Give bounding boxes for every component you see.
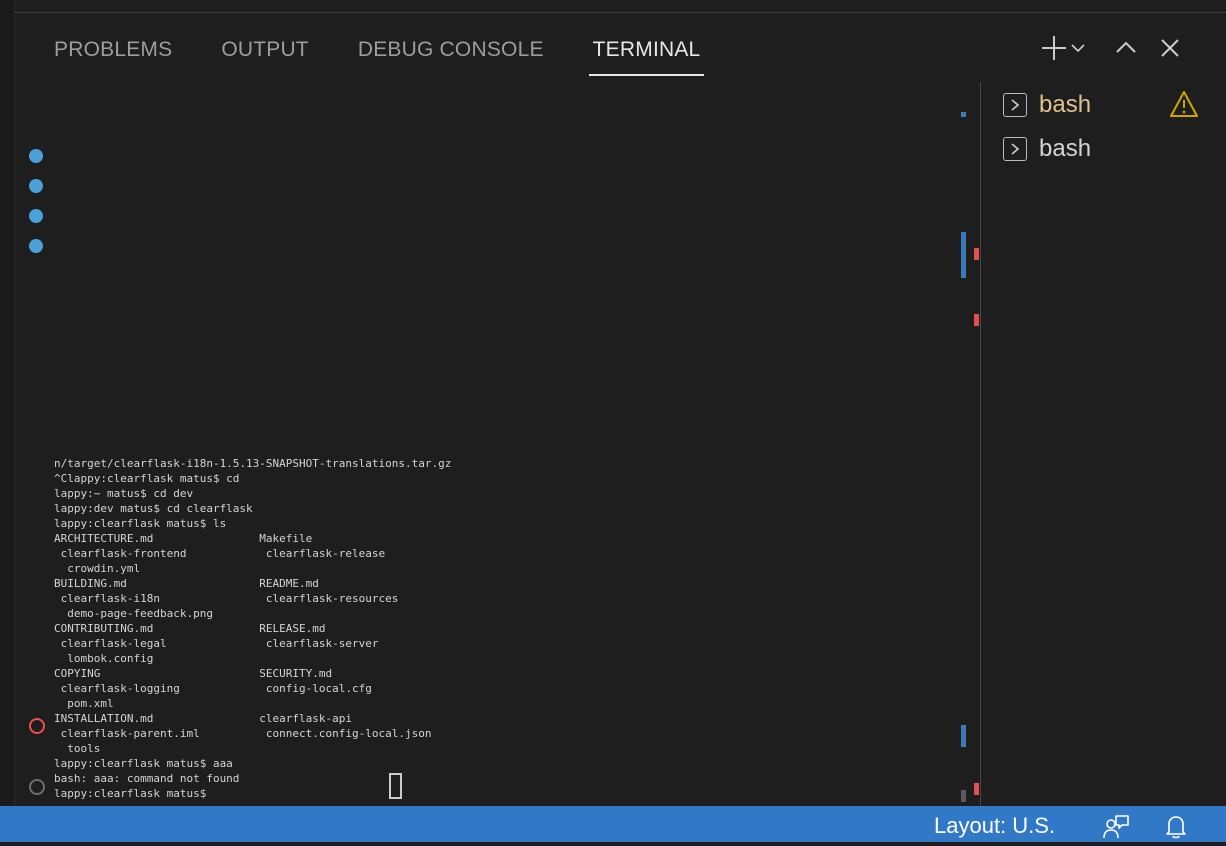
terminal-profiles-button[interactable] xyxy=(1068,34,1088,62)
chevron-down-icon xyxy=(1071,44,1085,53)
close-panel-button[interactable] xyxy=(1156,34,1184,62)
overview-ruler-error-mark xyxy=(974,783,979,795)
terminal-line: clearflask-legal clearflask-server xyxy=(54,637,379,650)
status-bar: Layout: U.S. xyxy=(0,806,1226,842)
panel-tabs: PROBLEMS OUTPUT DEBUG CONSOLE TERMINAL xyxy=(54,36,749,76)
terminal-output: n/target/clearflask-i18n-1.5.13-SNAPSHOT… xyxy=(54,456,934,801)
terminal-line: bash: aaa: command not found xyxy=(54,772,240,785)
editor-left-gutter xyxy=(0,0,15,806)
terminal-line: crowdin.yml xyxy=(54,562,141,575)
overview-ruler-error-mark xyxy=(974,314,979,326)
tab-output[interactable]: OUTPUT xyxy=(221,36,309,76)
command-pending-decoration[interactable] xyxy=(29,779,45,795)
overview-ruler-mark xyxy=(961,112,966,117)
overview-ruler-error-mark xyxy=(974,248,979,260)
terminal-cursor xyxy=(389,773,402,799)
tab-terminal[interactable]: TERMINAL xyxy=(588,36,705,76)
bell-icon[interactable] xyxy=(1162,812,1190,840)
panel-actions xyxy=(1040,34,1184,62)
terminal-line: lappy:clearflask matus$ xyxy=(54,787,207,800)
warning-icon xyxy=(1170,91,1198,117)
panel-top-border xyxy=(14,12,1226,13)
terminal-line: pom.xml xyxy=(54,697,114,710)
tab-problems[interactable]: PROBLEMS xyxy=(54,36,172,76)
overview-ruler-mark xyxy=(961,790,966,802)
command-decoration[interactable] xyxy=(29,239,43,253)
terminal-line: clearflask-parent.iml connect.config-loc… xyxy=(54,727,432,740)
terminal-tabs-list: bash bash xyxy=(981,82,1226,806)
terminal-tab-item[interactable]: bash xyxy=(1003,134,1091,164)
terminal-line: clearflask-logging config-local.cfg xyxy=(54,682,372,695)
terminal-line: tools xyxy=(54,742,101,755)
terminal-tab-item[interactable]: bash xyxy=(1003,90,1091,120)
terminal-tab-label: bash xyxy=(1039,135,1092,162)
terminal-line: ARCHITECTURE.md Makefile xyxy=(54,532,313,545)
terminal-line: n/target/clearflask-i18n-1.5.13-SNAPSHOT… xyxy=(54,457,452,470)
terminal-line: clearflask-frontend clearflask-release xyxy=(54,547,386,560)
terminal-tab-label: bash xyxy=(1039,91,1092,118)
feedback-icon[interactable] xyxy=(1102,812,1130,840)
tab-debug-console[interactable]: DEBUG CONSOLE xyxy=(358,36,544,76)
keyboard-layout-indicator[interactable]: Layout: U.S. xyxy=(934,806,1055,842)
overview-ruler-mark xyxy=(961,232,966,278)
new-terminal-button[interactable] xyxy=(1040,34,1068,62)
plus-icon xyxy=(1042,36,1066,60)
overview-ruler-mark xyxy=(961,725,966,747)
terminal-line: BUILDING.md README.md xyxy=(54,577,319,590)
maximize-panel-button[interactable] xyxy=(1112,34,1140,62)
terminal-line: ^Clappy:clearflask matus$ cd xyxy=(54,472,240,485)
terminal-line: lappy:clearflask matus$ ls xyxy=(54,517,227,530)
terminal-icon xyxy=(1003,93,1027,117)
terminal-icon xyxy=(1003,137,1027,161)
terminal-line: lombok.config xyxy=(54,652,154,665)
terminal-line: lappy:clearflask matus$ aaa xyxy=(54,757,233,770)
terminal-line: lappy:dev matus$ cd clearflask xyxy=(54,502,253,515)
terminal-line: lappy:~ matus$ cd dev xyxy=(54,487,194,500)
chevron-up-icon xyxy=(1116,41,1136,53)
command-error-decoration[interactable] xyxy=(29,718,45,734)
terminal-scrollbar[interactable] xyxy=(958,82,980,806)
close-icon xyxy=(1161,39,1179,57)
terminal-line: COPYING SECURITY.md xyxy=(54,667,333,680)
terminal-line: CONTRIBUTING.md RELEASE.md xyxy=(54,622,326,635)
command-decoration[interactable] xyxy=(29,209,43,223)
terminal-line: demo-page-feedback.png xyxy=(54,607,213,620)
command-decoration[interactable] xyxy=(29,179,43,193)
terminal-line: clearflask-i18n clearflask-resources xyxy=(54,592,399,605)
terminal-line: INSTALLATION.md clearflask-api xyxy=(54,712,353,725)
command-decoration[interactable] xyxy=(29,149,43,163)
